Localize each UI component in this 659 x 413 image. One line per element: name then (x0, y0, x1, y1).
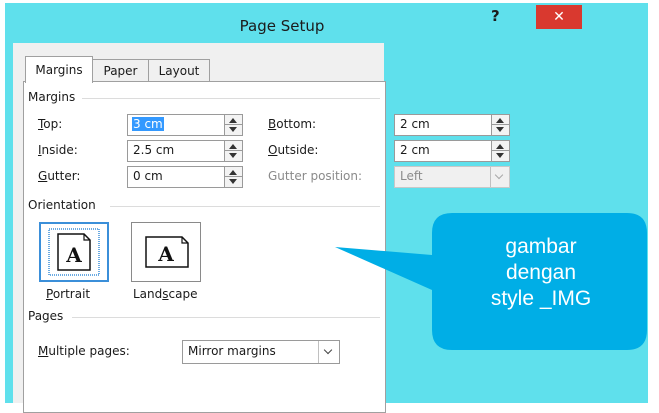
callout-bubble (335, 213, 647, 350)
tab-margins[interactable]: Margins (25, 56, 93, 83)
callout-line-2: dengan (505, 261, 577, 284)
tab-margins-label: Margins (35, 63, 83, 77)
callout-line-3: style _IMG (490, 287, 592, 310)
callout-text: gambar dengan style _IMG (433, 234, 649, 312)
callout-line-1: gambar (505, 235, 577, 258)
